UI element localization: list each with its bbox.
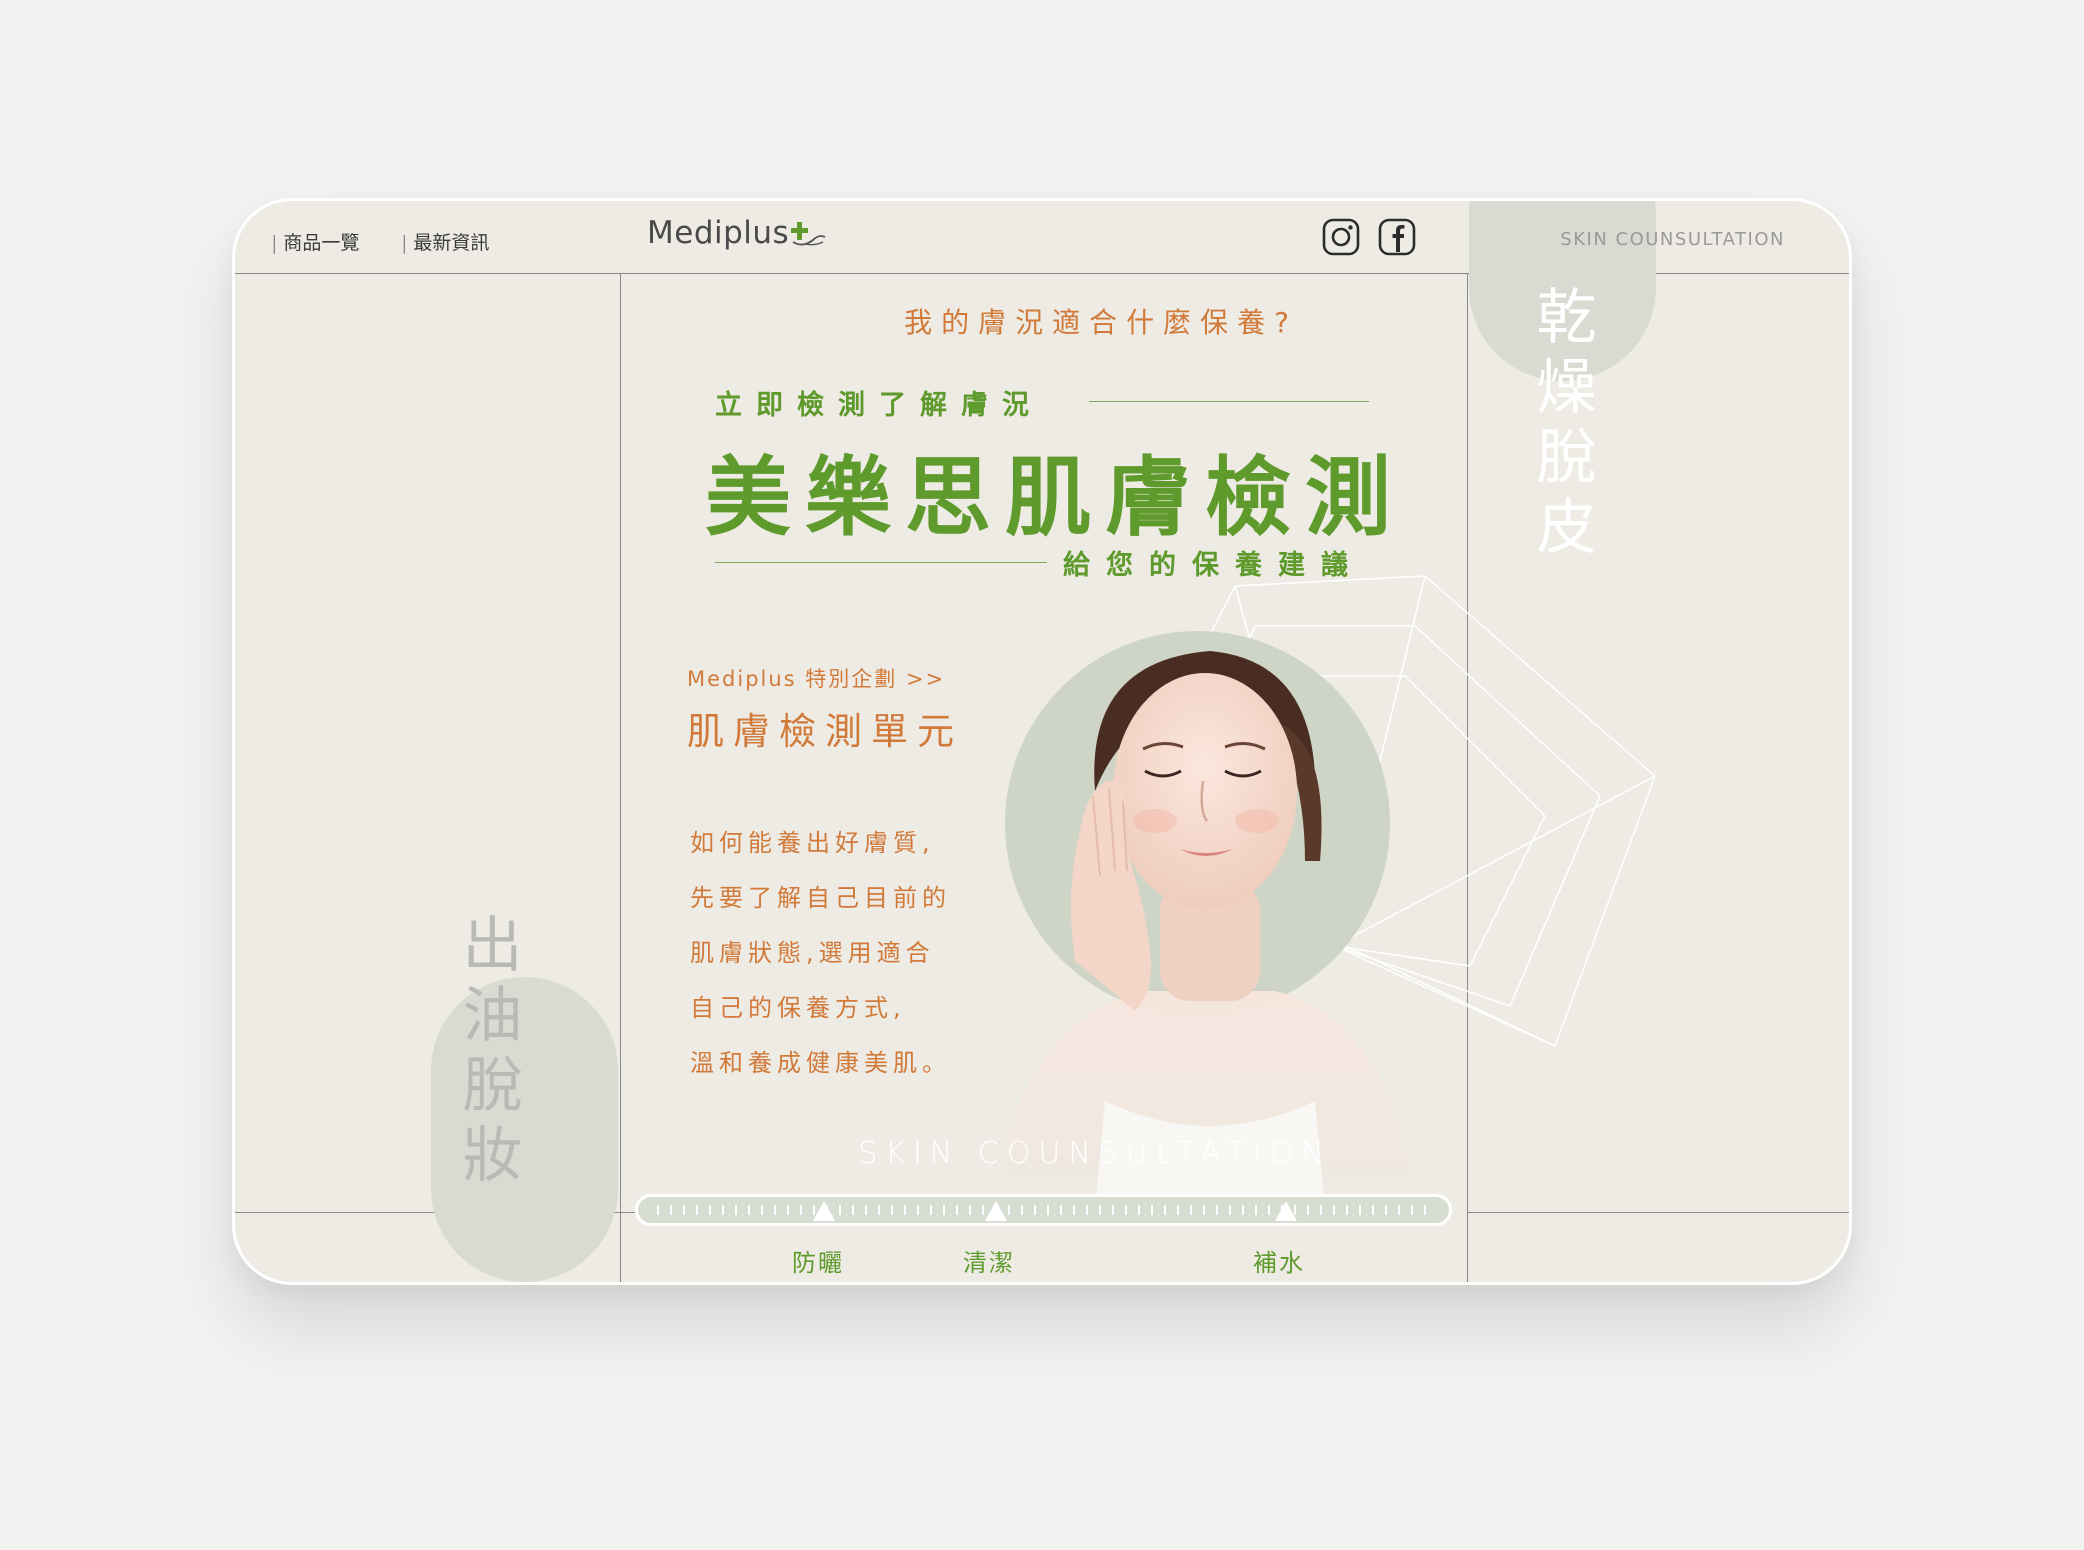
- footer-divider-right: [1467, 1212, 1849, 1213]
- slider-marker-sunscreen[interactable]: [813, 1201, 835, 1221]
- header-tagline: SKIN COUNSULTATION: [1560, 229, 1785, 250]
- promo-body: 如何能養出好膚質, 先要了解自己目前的 肌膚狀態,選用適合 自己的保養方式, 溫…: [690, 816, 951, 1091]
- brand-cross-icon: [791, 221, 826, 245]
- nav-item-label: 商品一覽: [283, 232, 360, 254]
- brand-logo[interactable]: Mediplus: [647, 215, 827, 251]
- promo-kicker[interactable]: Mediplus 特別企劃 >>: [687, 663, 945, 693]
- hero-rule-top: [1089, 401, 1369, 402]
- instagram-icon[interactable]: [1322, 218, 1360, 256]
- slider-marker-cleansing[interactable]: [985, 1201, 1007, 1221]
- hero-title: 美樂思肌膚檢測: [705, 448, 1405, 548]
- facebook-icon[interactable]: [1378, 218, 1416, 256]
- care-slider-track[interactable]: [635, 1194, 1452, 1226]
- hero-question: 我的膚況適合什麼保養?: [904, 306, 1298, 339]
- slider-label-cleansing[interactable]: 清潔: [963, 1243, 1015, 1278]
- slider-label-hydration[interactable]: 補水: [1253, 1243, 1305, 1278]
- nav-separator: |: [271, 232, 278, 254]
- left-vertical-label: 出油脫妝: [452, 913, 522, 1193]
- right-vertical-label: 乾燥脫皮: [1526, 285, 1596, 565]
- column-divider-left: [620, 273, 621, 1282]
- nav-separator: |: [401, 232, 408, 254]
- slider-label-sunscreen[interactable]: 防曬: [792, 1243, 844, 1278]
- brand-logo-text: Mediplus: [647, 215, 790, 251]
- promo-body-line: 溫和養成健康美肌。: [690, 1049, 951, 1077]
- slider-marker-hydration[interactable]: [1275, 1201, 1297, 1221]
- nav-item-news[interactable]: | 最新資訊: [401, 228, 489, 255]
- nav-item-label: 最新資訊: [413, 232, 490, 254]
- promo-body-line: 自己的保養方式,: [690, 994, 906, 1022]
- main-card: | 商品一覽 | 最新資訊 Mediplus SKIN COUNSULTATION …: [232, 198, 1852, 1285]
- promo-unit-title: 肌膚檢測單元: [687, 710, 963, 753]
- hero-subtitle-top: 立即檢測了解膚況: [715, 390, 1043, 421]
- promo-body-line: 如何能養出好膚質,: [690, 829, 935, 857]
- hero-subtitle-bottom: 給您的保養建議: [1063, 550, 1364, 581]
- hero-rule-bottom: [715, 562, 1047, 563]
- nav-item-products[interactable]: | 商品一覽: [271, 228, 359, 255]
- model-photo: [995, 651, 1415, 1211]
- slider-ticks: [657, 1205, 1426, 1215]
- promo-body-line: 肌膚狀態,選用適合: [690, 939, 935, 967]
- skin-counsultation-watermark: SKIN COUNSULTATION: [858, 1136, 1332, 1171]
- promo-body-line: 先要了解自己目前的: [690, 884, 951, 912]
